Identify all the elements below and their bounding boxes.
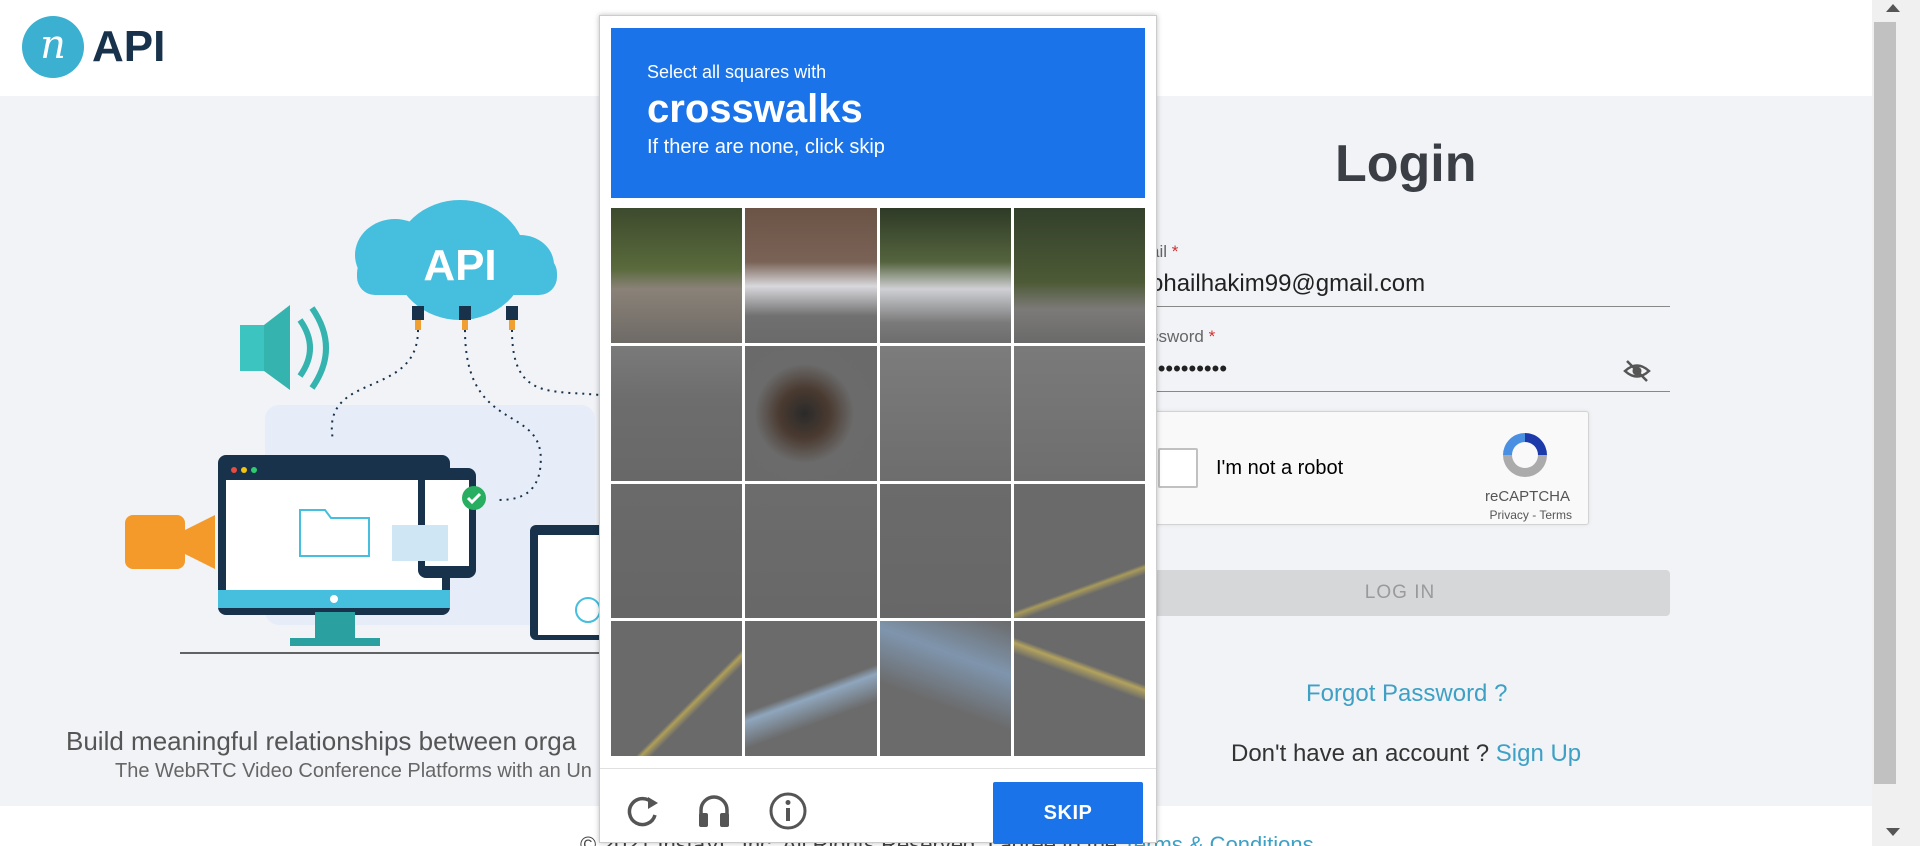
scroll-up-arrow-icon[interactable] <box>1886 4 1900 12</box>
captcha-tile[interactable] <box>745 621 877 756</box>
captcha-tile[interactable] <box>1013 483 1145 619</box>
captcha-challenge-dialog: Select all squares with crosswalks If th… <box>599 15 1157 844</box>
site-logo[interactable]: n API <box>22 16 165 78</box>
captcha-tile[interactable] <box>879 483 1011 619</box>
captcha-tile[interactable] <box>1013 208 1145 343</box>
captcha-tile[interactable] <box>611 483 743 619</box>
hero-illustration: API <box>125 200 620 654</box>
login-button[interactable]: LOG IN <box>1130 570 1670 616</box>
logo-mark: n <box>22 16 84 78</box>
recaptcha-checkbox[interactable] <box>1158 448 1198 488</box>
hero-subtagline: The WebRTC Video Conference Platforms wi… <box>115 760 592 782</box>
forgot-password-link[interactable]: Forgot Password ? <box>1306 680 1507 708</box>
captcha-footer: SKIP <box>600 768 1156 844</box>
password-label-text: ssword <box>1150 327 1204 346</box>
captcha-tile[interactable] <box>745 208 877 343</box>
password-required-mark: * <box>1208 327 1216 346</box>
skip-button[interactable]: SKIP <box>993 782 1143 844</box>
no-account-text: Don't have an account ? <box>1231 740 1490 767</box>
captcha-hint: If there are none, click skip <box>647 136 885 158</box>
signup-line: Don't have an account ? Sign Up <box>1231 740 1581 768</box>
captcha-header: Select all squares with crosswalks If th… <box>611 28 1145 198</box>
recaptcha-widget: I'm not a robot reCAPTCHA Privacy - Term… <box>1145 411 1589 525</box>
captcha-tile[interactable] <box>745 345 877 481</box>
captcha-instruction: Select all squares with <box>647 62 827 82</box>
speaker-icon <box>240 305 329 390</box>
video-camera-icon <box>125 515 215 569</box>
captcha-tile[interactable] <box>611 621 743 756</box>
login-title: Login <box>1335 135 1477 193</box>
password-underline <box>1140 391 1670 392</box>
captcha-image-grid <box>611 208 1145 756</box>
info-icon[interactable] <box>768 791 808 831</box>
captcha-tile[interactable] <box>879 208 1011 343</box>
email-required-mark: * <box>1171 242 1179 261</box>
captcha-tile[interactable] <box>1013 345 1145 481</box>
recaptcha-links[interactable]: Privacy - Terms <box>1490 508 1572 522</box>
scrollbar-thumb[interactable] <box>1874 22 1896 784</box>
scroll-down-arrow-icon[interactable] <box>1886 828 1900 836</box>
cloud-label: API <box>423 241 496 290</box>
password-label: ssword * <box>1150 327 1215 347</box>
recaptcha-label: I'm not a robot <box>1216 457 1344 479</box>
recaptcha-brand: reCAPTCHA <box>1484 488 1570 505</box>
captcha-target: crosswalks <box>647 87 863 131</box>
cloud-icon: API <box>355 200 557 320</box>
captcha-tile[interactable] <box>879 345 1011 481</box>
captcha-tile[interactable] <box>879 621 1011 756</box>
email-field[interactable]: ohailhakim99@gmail.com <box>1150 270 1425 298</box>
visibility-off-icon[interactable] <box>1622 356 1652 386</box>
recaptcha-logo-icon <box>1503 433 1547 477</box>
audio-icon[interactable] <box>694 791 734 831</box>
hero-tagline: Build meaningful relationships between o… <box>66 726 577 756</box>
sign-up-link[interactable]: Sign Up <box>1496 740 1581 767</box>
captcha-tile[interactable] <box>745 483 877 619</box>
password-field[interactable]: •••••••••• <box>1150 356 1227 382</box>
captcha-tile[interactable] <box>611 345 743 481</box>
captcha-tile[interactable] <box>1013 621 1145 756</box>
captcha-tile[interactable] <box>611 208 743 343</box>
email-underline <box>1140 306 1670 307</box>
logo-text: API <box>92 22 166 71</box>
reload-icon[interactable] <box>622 791 662 831</box>
